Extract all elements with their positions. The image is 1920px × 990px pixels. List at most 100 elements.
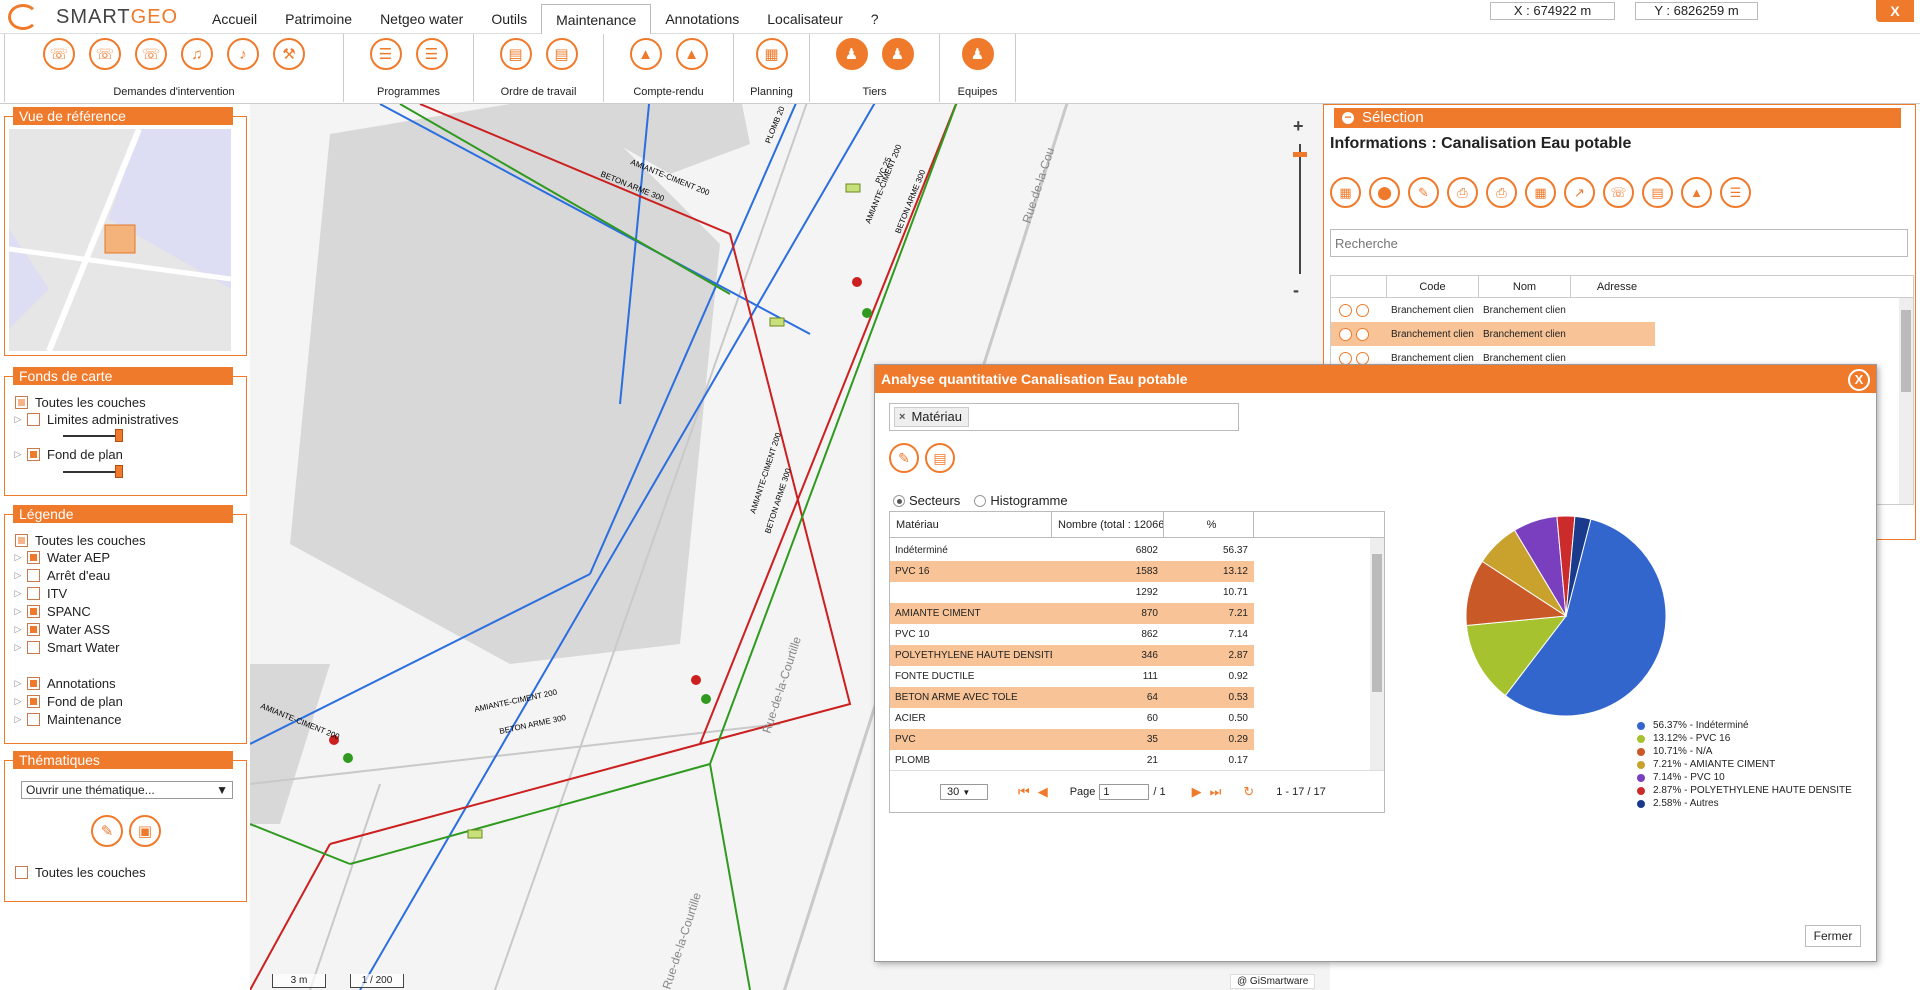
edit-icon[interactable]: ✎	[91, 815, 123, 847]
list-add-icon[interactable]: ☰	[369, 38, 402, 70]
legend-water-ass[interactable]: ▷ Water ASS	[9, 622, 111, 637]
thematique-select[interactable]: Ouvrir une thématique... ▼	[21, 781, 233, 799]
phone-icon[interactable]: ☏	[135, 38, 167, 70]
expand-icon[interactable]: ▷	[9, 624, 27, 635]
edit-doc-icon[interactable]: ✎	[1408, 177, 1439, 208]
phone-doc-icon[interactable]: ☏	[89, 38, 121, 70]
checkbox[interactable]	[27, 623, 40, 636]
expand-icon[interactable]: ▷	[9, 552, 27, 563]
column-header[interactable]: Matériau	[890, 512, 1052, 537]
menu-accueil[interactable]: Accueil	[198, 8, 271, 34]
print-icon[interactable]: ⎙	[1447, 177, 1478, 208]
legend-maintenance[interactable]: ▷ Maintenance	[9, 712, 122, 727]
checkbox[interactable]	[15, 866, 28, 879]
legend-spanc[interactable]: ▷ SPANC	[9, 604, 91, 619]
people-icon[interactable]: ♟	[835, 38, 868, 70]
scrollbar-thumb[interactable]	[1901, 310, 1911, 392]
legend-all[interactable]: Toutes les couches	[15, 533, 146, 548]
checkbox[interactable]	[27, 569, 40, 582]
thematique-all[interactable]: Toutes les couches	[15, 865, 146, 880]
expand-icon[interactable]: ▷	[9, 696, 27, 707]
edit-doc-icon[interactable]: ▤	[925, 443, 955, 473]
person-icon[interactable]: ♟	[881, 38, 914, 70]
grid-row[interactable]: PVC 35 0.29	[890, 729, 1254, 750]
overview-map[interactable]	[9, 129, 231, 351]
radio-histogramme[interactable]	[974, 494, 987, 507]
opacity-slider[interactable]	[63, 465, 123, 478]
legend-water-aep[interactable]: ▷ Water AEP	[9, 550, 111, 565]
layer-limites[interactable]: ▷ Limites administratives	[9, 412, 179, 427]
overview-viewport[interactable]	[104, 224, 136, 254]
location-pin-icon[interactable]	[1356, 303, 1369, 317]
menu-localisateur[interactable]: Localisateur	[753, 8, 857, 34]
checkbox[interactable]	[27, 713, 40, 726]
valve-marker[interactable]	[467, 829, 483, 839]
grid-row[interactable]: 1292 10.71	[890, 582, 1254, 603]
grid-row[interactable]: PVC 10 862 7.14	[890, 624, 1254, 645]
slider-knob[interactable]	[115, 465, 123, 478]
pipe-node[interactable]	[852, 277, 862, 287]
valve-marker[interactable]	[769, 317, 785, 327]
cone-icon[interactable]: ▲	[675, 38, 708, 70]
expand-icon[interactable]: ▷	[9, 678, 27, 689]
slider-knob[interactable]	[115, 429, 123, 442]
list-add-icon[interactable]: ☰	[1720, 177, 1751, 208]
phone-add-icon[interactable]: ☏	[43, 38, 75, 70]
info-icon[interactable]	[1339, 303, 1352, 317]
grid-row[interactable]: Indéterminé 6802 56.37	[890, 540, 1254, 561]
fermer-button[interactable]: Fermer	[1805, 925, 1861, 947]
selection-search-input[interactable]	[1330, 229, 1908, 257]
dialog-close-button[interactable]: X	[1848, 369, 1870, 391]
info-icon[interactable]	[1339, 327, 1352, 341]
cone-add-icon[interactable]: ▲	[629, 38, 662, 70]
info-icon[interactable]	[1339, 351, 1352, 365]
legend-itv[interactable]: ▷ ITV	[9, 586, 68, 601]
chart-icon[interactable]: ↗	[1564, 177, 1595, 208]
menu-annotations[interactable]: Annotations	[651, 8, 753, 34]
layer-fond-de-plan[interactable]: ▷ Fond de plan	[9, 447, 123, 462]
pipe-node[interactable]	[862, 308, 872, 318]
radio-secteurs[interactable]	[893, 494, 905, 507]
checkbox[interactable]	[15, 396, 28, 409]
wrench-icon[interactable]: ⚒	[273, 38, 305, 70]
location-pin-icon[interactable]	[1356, 351, 1369, 365]
table-row[interactable]: Branchement clien Branchement clien	[1331, 298, 1651, 322]
opacity-slider[interactable]	[63, 429, 123, 442]
table-icon[interactable]: ▦	[1330, 177, 1361, 208]
grid-row[interactable]: BETON ARME AVEC TOLE 64 0.53	[890, 687, 1254, 708]
column-header[interactable]: %	[1164, 512, 1254, 537]
pipe-node[interactable]	[691, 675, 701, 685]
grid-row[interactable]: FONTE DUCTILE 111 0.92	[890, 666, 1254, 687]
collapse-icon[interactable]: −	[1342, 111, 1354, 124]
column-header[interactable]: Nombre (total : 12066	[1052, 512, 1164, 537]
pencil-icon[interactable]: ✎	[889, 443, 919, 473]
checkbox[interactable]	[27, 605, 40, 618]
checkbox[interactable]	[27, 641, 40, 654]
grid-scrollbar[interactable]	[1370, 538, 1384, 770]
page-size-select[interactable]: 30 ▼	[940, 783, 988, 800]
expand-icon[interactable]: ▷	[9, 714, 27, 725]
legend-fond-de-plan[interactable]: ▷ Fond de plan	[9, 694, 123, 709]
checkbox[interactable]	[27, 413, 40, 426]
bell-icon[interactable]: ♫	[181, 38, 213, 70]
pipe-node[interactable]	[701, 694, 711, 704]
list-icon[interactable]: ☰	[415, 38, 448, 70]
expand-icon[interactable]: ▷	[9, 642, 27, 653]
expand-icon[interactable]: ▷	[9, 606, 27, 617]
checkbox[interactable]	[27, 448, 40, 461]
team-icon[interactable]: ♟	[961, 38, 994, 70]
save-icon[interactable]: ▣	[129, 815, 161, 847]
field-tag-input[interactable]: × Matériau	[889, 403, 1239, 431]
clipboard-add-icon[interactable]: ▤	[1642, 177, 1673, 208]
legend-arret-eau[interactable]: ▷ Arrêt d'eau	[9, 568, 111, 583]
print-settings-icon[interactable]: ⎙	[1486, 177, 1517, 208]
grid-row[interactable]: ACIER 60 0.50	[890, 708, 1254, 729]
grid-row[interactable]: PLOMB 21 0.17	[890, 750, 1254, 770]
menu-maintenance[interactable]: Maintenance	[541, 4, 652, 34]
zoom-track[interactable]	[1299, 144, 1301, 274]
clipboard-add-icon[interactable]: ▤	[499, 38, 532, 70]
cone-add-icon[interactable]: ▲	[1681, 177, 1712, 208]
checkbox[interactable]	[15, 534, 28, 547]
checkbox[interactable]	[27, 587, 40, 600]
expand-icon[interactable]: ▷	[9, 449, 27, 460]
